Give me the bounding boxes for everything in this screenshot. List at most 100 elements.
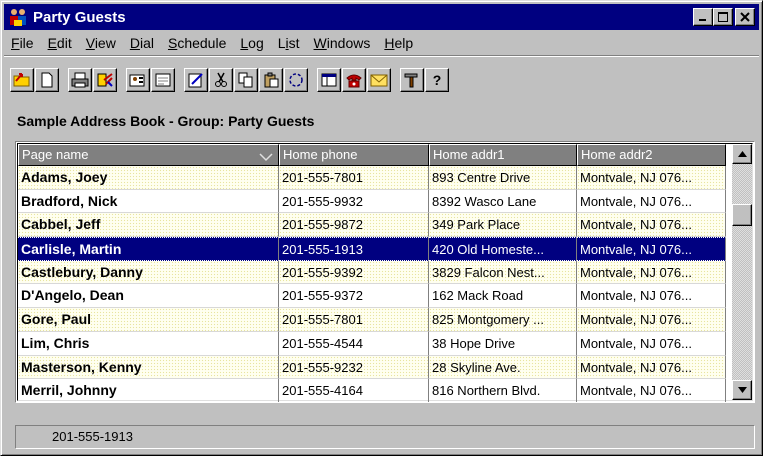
edit-pencil-icon[interactable]	[184, 68, 208, 92]
table-row[interactable]: Adams, Joey 201-555-7801 893 Centre Drive M…	[18, 166, 726, 190]
menu-schedule[interactable]: Schedule	[161, 35, 233, 51]
menu-list[interactable]: List	[271, 35, 307, 51]
table-row[interactable]: Merril, Johnny 201-555-4164 816 Northern B…	[18, 379, 726, 402]
print-icon[interactable]	[68, 68, 92, 92]
cell-addr2: Montvale, NJ 076...	[577, 355, 726, 380]
cell-addr2: Montvale, NJ 076...	[577, 189, 726, 214]
maximize-button[interactable]	[713, 8, 733, 26]
cell-name: D'Angelo, Dean	[18, 284, 279, 309]
dial-phone-icon[interactable]	[342, 68, 366, 92]
cut-icon[interactable]	[209, 68, 233, 92]
cell-phone: 201-555-4164	[279, 379, 429, 402]
cell-phone: 201-555-9372	[279, 284, 429, 309]
cell-addr1: 38 Hope Drive	[429, 331, 577, 356]
party-guests-icon	[8, 7, 28, 27]
menu-separator	[4, 55, 759, 57]
column-header-home-phone[interactable]: Home phone	[279, 144, 429, 166]
table-row[interactable]: D'Angelo, Dean 201-555-9372 162 Mack Road M…	[18, 284, 726, 309]
cell-name: Bradford, Nick	[18, 189, 279, 214]
column-header-home-addr1[interactable]: Home addr1	[429, 144, 577, 166]
refresh-icon[interactable]	[284, 68, 308, 92]
list-rows: Adams, Joey 201-555-7801 893 Centre Drive M…	[18, 166, 726, 402]
menu-bar: File Edit View Dial Schedule Log List Windows He…	[4, 32, 759, 54]
cell-name: Lim, Chris	[18, 331, 279, 356]
new-page-icon[interactable]	[35, 68, 59, 92]
print-setup-icon[interactable]	[93, 68, 117, 92]
column-header-home-addr2[interactable]: Home addr2	[577, 144, 726, 166]
cell-phone: 201-555-7801	[279, 166, 429, 190]
cell-addr1: 825 Montgomery ...	[429, 308, 577, 332]
cell-addr2: Montvale, NJ 076...	[577, 284, 726, 309]
column-header-page-name[interactable]: Page name	[18, 144, 279, 166]
scroll-down-button[interactable]	[732, 380, 752, 400]
table-row[interactable]: Masterson, Kenny 201-555-9232 28 Skyline A…	[18, 355, 726, 380]
tools-icon[interactable]	[400, 68, 424, 92]
email-icon[interactable]	[367, 68, 391, 92]
menu-file[interactable]: File	[4, 35, 41, 51]
cell-addr1: 420 Old Homeste...	[429, 237, 577, 261]
cell-addr1: 28 Skyline Ave.	[429, 355, 577, 380]
cell-addr1: 816 Northern Blvd.	[429, 379, 577, 402]
table-row[interactable]: Carlisle, Martin 201-555-1913 420 Old Home…	[18, 237, 726, 261]
status-bar: 201-555-1913	[15, 425, 755, 449]
paste-icon[interactable]	[259, 68, 283, 92]
table-row[interactable]: Bradford, Nick 201-555-9932 8392 Wasco Lan…	[18, 189, 726, 214]
window-title: Party Guests	[33, 8, 126, 26]
cell-addr1: 162 Mack Road	[429, 284, 577, 309]
cell-name: Masterson, Kenny	[18, 355, 279, 380]
cell-phone: 201-555-9392	[279, 260, 429, 285]
cell-name: Merril, Johnny	[18, 379, 279, 402]
form-icon[interactable]	[151, 68, 175, 92]
cell-addr2: Montvale, NJ 076...	[577, 331, 726, 356]
cell-phone: 201-555-9872	[279, 213, 429, 238]
cell-addr2: Montvale, NJ 076...	[577, 260, 726, 285]
app-window: Party Guests File Edit View Dial Schedule Log…	[0, 0, 763, 456]
cell-phone: 201-555-9232	[279, 355, 429, 380]
columns-icon[interactable]	[317, 68, 341, 92]
cell-addr2: Montvale, NJ 076...	[577, 213, 726, 238]
table-row[interactable]: Gore, Paul 201-555-7801 825 Montgomery ...…	[18, 308, 726, 332]
column-header-row: Page name Home phone Home addr1 Home add…	[18, 144, 726, 166]
group-heading: Sample Address Book - Group: Party Guest…	[17, 113, 315, 129]
cell-phone: 201-555-9932	[279, 189, 429, 214]
menu-help[interactable]: Help	[377, 35, 420, 51]
cell-name: Gore, Paul	[18, 308, 279, 332]
cell-addr2: Montvale, NJ 076...	[577, 308, 726, 332]
contact-list[interactable]: Page name Home phone Home addr1 Home add…	[15, 141, 755, 403]
cell-phone: 201-555-1913	[279, 237, 429, 261]
cell-addr1: 3829 Falcon Nest...	[429, 260, 577, 285]
minimize-button[interactable]	[693, 8, 713, 26]
cell-addr1: 8392 Wasco Lane	[429, 189, 577, 214]
menu-dial[interactable]: Dial	[123, 35, 161, 51]
address-card-icon[interactable]	[126, 68, 150, 92]
menu-log[interactable]: Log	[233, 35, 270, 51]
menu-view[interactable]: View	[79, 35, 123, 51]
close-button[interactable]	[735, 8, 755, 26]
help-icon[interactable]: ?	[425, 68, 449, 92]
title-bar[interactable]: Party Guests	[4, 4, 759, 30]
cell-phone: 201-555-4544	[279, 331, 429, 356]
cell-addr2: Montvale, NJ 076...	[577, 237, 726, 261]
open-folder-icon[interactable]	[10, 68, 34, 92]
sort-chevron-icon	[259, 149, 273, 165]
status-text: 201-555-1913	[52, 429, 133, 444]
scroll-thumb[interactable]	[732, 204, 752, 226]
cell-addr2: Montvale, NJ 076...	[577, 166, 726, 190]
toolbar: ?	[4, 62, 759, 98]
copy-icon[interactable]	[234, 68, 258, 92]
cell-name: Cabbel, Jeff	[18, 213, 279, 238]
cell-addr1: 349 Park Place	[429, 213, 577, 238]
scroll-up-button[interactable]	[732, 144, 752, 164]
cell-phone: 201-555-7801	[279, 308, 429, 332]
cell-addr2: Montvale, NJ 076...	[577, 379, 726, 402]
menu-edit[interactable]: Edit	[41, 35, 79, 51]
cell-name: Adams, Joey	[18, 166, 279, 190]
cell-name: Carlisle, Martin	[18, 237, 279, 261]
table-row[interactable]: Castlebury, Danny 201-555-9392 3829 Falcon…	[18, 260, 726, 285]
cell-addr1: 893 Centre Drive	[429, 166, 577, 190]
vertical-scrollbar[interactable]	[732, 144, 752, 400]
table-row[interactable]: Lim, Chris 201-555-4544 38 Hope Drive Montv…	[18, 331, 726, 356]
menu-windows[interactable]: Windows	[307, 35, 378, 51]
cell-name: Castlebury, Danny	[18, 260, 279, 285]
table-row[interactable]: Cabbel, Jeff 201-555-9872 349 Park Place Mo…	[18, 213, 726, 238]
